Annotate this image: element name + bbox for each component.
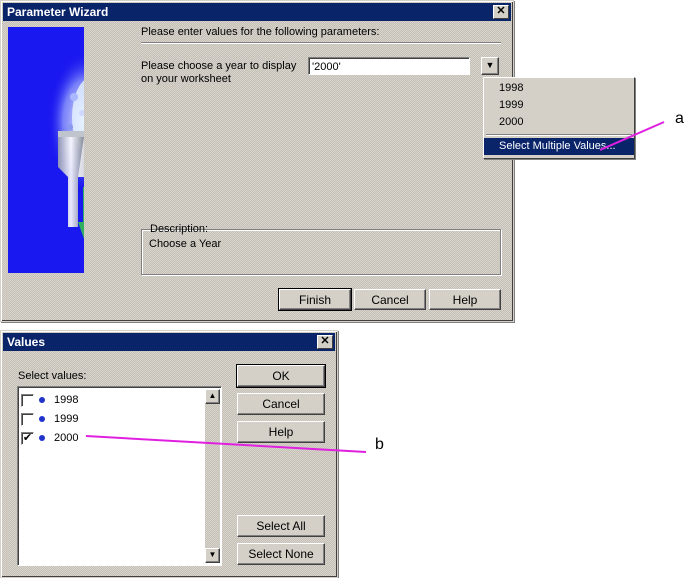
list-item[interactable]: ✔ 2000 — [21, 430, 201, 446]
checkmark-icon: ✔ — [22, 432, 33, 444]
param-dropdown-menu: 1998 1999 2000 Select Multiple Values... — [483, 77, 635, 159]
dropdown-option-2000[interactable]: 2000 — [484, 114, 634, 131]
values-cancel-button[interactable]: Cancel — [237, 393, 325, 415]
wizard-title: Parameter Wizard — [7, 5, 109, 19]
wizard-instruction: Please enter values for the following pa… — [141, 26, 380, 38]
wizard-close-icon[interactable]: ✕ — [493, 5, 509, 19]
item-label-1998: 1998 — [54, 394, 79, 406]
list-item[interactable]: 1998 — [21, 392, 201, 408]
values-titlebar: Values — [3, 333, 335, 351]
funnel-svg — [48, 52, 84, 239]
listbox-scrollbar[interactable]: ▲ ▼ — [205, 389, 220, 563]
param-dropdown-button[interactable]: ▼ — [481, 57, 499, 75]
dropdown-option-1999[interactable]: 1999 — [484, 97, 634, 114]
item-checkbox-1999[interactable] — [21, 413, 34, 426]
select-all-button[interactable]: Select All — [237, 515, 325, 537]
funnel-graphic-icon — [8, 27, 84, 273]
ok-button[interactable]: OK — [236, 364, 326, 388]
callout-label-a: a — [675, 110, 684, 127]
values-help-button[interactable]: Help — [237, 421, 325, 443]
member-dot-icon — [39, 397, 45, 403]
select-none-button[interactable]: Select None — [237, 543, 325, 565]
values-listbox[interactable]: 1998 1999 ✔ 2000 ▲ ▼ — [17, 386, 222, 566]
dropdown-separator — [486, 134, 632, 135]
scroll-down-icon[interactable]: ▼ — [205, 548, 220, 563]
description-legend: Description: — [150, 223, 209, 235]
values-close-icon[interactable]: ✕ — [317, 335, 333, 349]
wizard-help-label: Help — [452, 293, 478, 307]
list-item[interactable]: 1999 — [21, 411, 201, 427]
parameter-wizard-window: Parameter Wizard ✕ Please enter values f… — [0, 0, 635, 322]
wizard-help-button[interactable]: Help — [429, 289, 501, 310]
description-text: Choose a Year — [149, 238, 222, 250]
select-values-label: Select values: — [18, 370, 87, 382]
wizard-titlebar: Parameter Wizard — [3, 3, 511, 21]
item-checkbox-2000[interactable]: ✔ — [21, 432, 34, 445]
dropdown-option-1998[interactable]: 1998 — [484, 80, 634, 97]
member-dot-icon — [39, 435, 45, 441]
item-label-1999: 1999 — [54, 413, 79, 425]
callout-label-b: b — [375, 436, 384, 453]
wizard-cancel-button[interactable]: Cancel — [354, 289, 426, 310]
wizard-instruction-divider — [141, 42, 501, 43]
param-label-line2: on your worksheet — [141, 73, 231, 85]
values-title: Values — [7, 335, 46, 349]
values-dialog: Values ✕ Select values: 1998 1999 ✔ 2000… — [0, 330, 338, 578]
scroll-up-icon[interactable]: ▲ — [205, 389, 220, 404]
description-groupbox — [141, 229, 501, 275]
finish-button[interactable]: Finish — [278, 288, 352, 311]
dropdown-select-multiple[interactable]: Select Multiple Values... — [484, 138, 634, 155]
param-label: Please choose a year to display on your … — [141, 60, 306, 86]
member-dot-icon — [39, 416, 45, 422]
wizard-side-panel — [8, 27, 84, 273]
param-value-text: '2000' — [312, 61, 341, 73]
item-checkbox-1998[interactable] — [21, 394, 34, 407]
param-value-input[interactable]: '2000' — [308, 57, 470, 75]
chevron-down-icon: ▼ — [485, 60, 495, 70]
param-label-line1: Please choose a year to display — [141, 60, 297, 72]
item-label-2000: 2000 — [54, 432, 79, 444]
